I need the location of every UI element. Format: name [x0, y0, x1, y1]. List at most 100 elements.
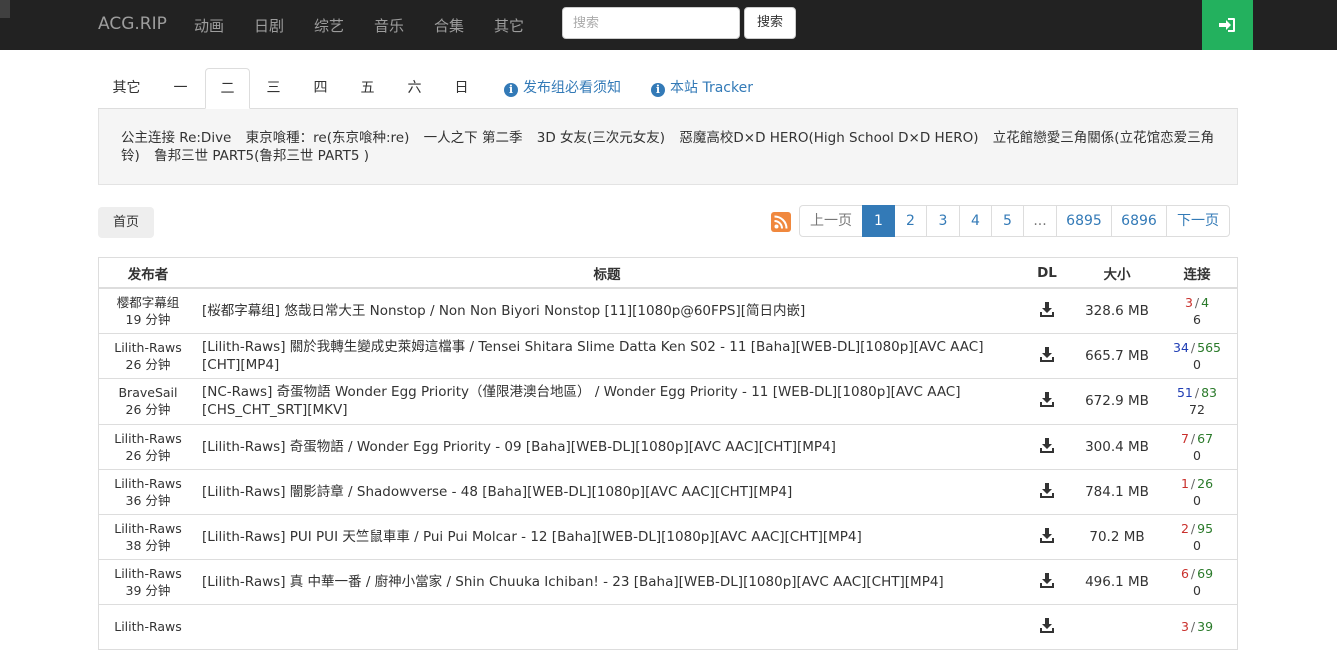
- title-cell: [Lilith-Raws] 關於我轉生變成史萊姆這檔事 / Tensei Shi…: [197, 332, 1017, 378]
- page-3[interactable]: 3: [926, 205, 960, 237]
- download-cell: [1017, 287, 1077, 333]
- download-icon[interactable]: [1039, 301, 1055, 321]
- schedule-item[interactable]: 鲁邦三世 PART5(鲁邦三世 PART5 ): [154, 148, 369, 164]
- tab-monday[interactable]: 一: [158, 68, 203, 109]
- schedule-item[interactable]: 東京喰種：re(东京喰种:re): [246, 130, 410, 146]
- page-4[interactable]: 4: [959, 205, 992, 237]
- torrent-title-link[interactable]: [Lilith-Raws] 真 中華一番 / 廚神小當家 / Shin Chuu…: [202, 574, 944, 590]
- tab-friday[interactable]: 五: [345, 68, 390, 109]
- download-icon[interactable]: [1039, 437, 1055, 457]
- download-cell: [1017, 468, 1077, 514]
- table-row: Lilith-Raws 38 分钟 [Lilith-Raws] PUI PUI 天竺…: [99, 513, 1237, 559]
- nav-link-variety[interactable]: 综艺: [314, 15, 344, 36]
- title-cell: [桜都字幕组] 悠哉日常大王 Nonstop / Non Non Biyori …: [197, 287, 1017, 333]
- page-ellipsis: ...: [1023, 205, 1057, 237]
- post-time: 19 分钟: [125, 311, 171, 327]
- login-button[interactable]: [1202, 0, 1253, 50]
- schedule-item[interactable]: 一人之下 第二季: [424, 130, 523, 146]
- leechers-count: 26: [1197, 475, 1214, 491]
- publisher-cell: Lilith-Raws 38 分钟: [99, 513, 197, 559]
- separator: /: [1190, 475, 1196, 491]
- page-6895[interactable]: 6895: [1056, 205, 1112, 237]
- publisher-cell: Lilith-Raws 39 分钟: [99, 558, 197, 604]
- publisher-name[interactable]: Lilith-Raws: [99, 430, 197, 447]
- schedule-item[interactable]: 惡魔高校D×D HERO(High School D×D HERO): [679, 130, 978, 146]
- torrent-title-link[interactable]: [Lilith-Raws] 闇影詩章 / Shadowverse - 48 [B…: [202, 484, 792, 500]
- title-cell: [Lilith-Raws] 奇蛋物語 / Wonder Egg Priority…: [197, 423, 1017, 469]
- page-5[interactable]: 5: [991, 205, 1024, 237]
- publisher-cell: Lilith-Raws: [99, 603, 197, 649]
- publisher-name[interactable]: BraveSail: [99, 384, 197, 401]
- link-tracker[interactable]: i 本站 Tracker: [651, 68, 753, 109]
- tab-other[interactable]: 其它: [98, 68, 155, 109]
- page-6896[interactable]: 6896: [1111, 205, 1167, 237]
- sign-in-icon: [1219, 18, 1235, 32]
- table-row: 樱都字幕组 19 分钟 [桜都字幕组] 悠哉日常大王 Nonstop / Non N…: [99, 287, 1237, 333]
- download-icon[interactable]: [1039, 391, 1055, 411]
- page-1[interactable]: 1: [862, 205, 895, 237]
- completed-count: 0: [1193, 537, 1201, 553]
- link-publisher-rules[interactable]: i 发布组必看须知: [504, 68, 621, 109]
- size-cell: 300.4 MB: [1077, 423, 1157, 469]
- completed-count: 0: [1193, 447, 1201, 463]
- completed-count: 72: [1189, 402, 1205, 417]
- header-title: 标题: [197, 258, 1017, 289]
- torrent-title-link[interactable]: [NC-Raws] 奇蛋物語 Wonder Egg Priority（僅限港澳台…: [202, 384, 961, 418]
- download-icon[interactable]: [1039, 527, 1055, 547]
- schedule-item[interactable]: 公主连接 Re:Dive: [121, 130, 231, 146]
- post-time: 26 分钟: [125, 447, 171, 463]
- search-input[interactable]: [562, 7, 740, 39]
- top-navbar: ACG.RIP 动画 日剧 综艺 音乐 合集 其它 搜索: [0, 0, 1337, 50]
- separator: /: [1190, 619, 1196, 635]
- header-dl: DL: [1017, 258, 1077, 289]
- leechers-count: 69: [1197, 565, 1214, 581]
- next-page-button[interactable]: 下一页: [1166, 205, 1230, 237]
- nav-link-drama[interactable]: 日剧: [254, 15, 284, 36]
- leechers-count: 565: [1197, 339, 1221, 355]
- connection-cell: 3/39: [1157, 603, 1237, 649]
- publisher-name[interactable]: Lilith-Raws: [99, 339, 197, 356]
- download-icon[interactable]: [1039, 572, 1055, 592]
- info-icon: i: [504, 83, 518, 97]
- title-cell: [197, 603, 1017, 649]
- publisher-name[interactable]: Lilith-Raws: [99, 475, 197, 492]
- size-cell: 70.2 MB: [1077, 513, 1157, 559]
- site-brand[interactable]: ACG.RIP: [98, 14, 167, 34]
- nav-link-anime[interactable]: 动画: [194, 15, 224, 36]
- download-icon[interactable]: [1039, 346, 1055, 366]
- header-conn: 连接: [1157, 258, 1237, 289]
- publisher-name[interactable]: Lilith-Raws: [99, 565, 197, 582]
- torrent-title-link[interactable]: [Lilith-Raws] 奇蛋物語 / Wonder Egg Priority…: [202, 439, 836, 455]
- table-row: BraveSail 26 分钟 [NC-Raws] 奇蛋物語 Wonder Egg …: [99, 377, 1237, 424]
- torrent-title-link[interactable]: [Lilith-Raws] 關於我轉生變成史萊姆這檔事 / Tensei Shi…: [202, 339, 983, 373]
- seeders-count: 1: [1180, 475, 1189, 491]
- publisher-name[interactable]: 樱都字幕组: [99, 294, 197, 311]
- search-button[interactable]: 搜索: [744, 7, 796, 39]
- page-2[interactable]: 2: [894, 205, 927, 237]
- post-time: 26 分钟: [125, 402, 171, 417]
- nav-link-other[interactable]: 其它: [494, 15, 524, 36]
- torrent-table: 发布者 标题 DL 大小 连接 樱都字幕组 19 分钟 [桜都字幕组] 悠哉日常大王…: [98, 257, 1238, 650]
- nav-link-collection[interactable]: 合集: [434, 15, 464, 36]
- leechers-count: 95: [1197, 520, 1214, 536]
- seeders-count: 34: [1173, 339, 1189, 355]
- schedule-item[interactable]: 3D 女友(三次元女友): [537, 130, 665, 146]
- seeders-count: 7: [1180, 430, 1189, 446]
- download-icon[interactable]: [1039, 617, 1055, 637]
- tab-thursday[interactable]: 四: [298, 68, 343, 109]
- tab-sunday[interactable]: 日: [439, 68, 484, 109]
- nav-link-music[interactable]: 音乐: [374, 15, 404, 36]
- publisher-name[interactable]: Lilith-Raws: [99, 520, 197, 537]
- tab-saturday[interactable]: 六: [392, 68, 437, 109]
- torrent-title-link[interactable]: [桜都字幕组] 悠哉日常大王 Nonstop / Non Non Biyori …: [202, 303, 805, 319]
- tab-tuesday[interactable]: 二: [205, 68, 250, 109]
- download-icon[interactable]: [1039, 482, 1055, 502]
- download-cell: [1017, 332, 1077, 378]
- rss-icon[interactable]: [771, 212, 791, 232]
- torrent-title-link[interactable]: [Lilith-Raws] PUI PUI 天竺鼠車車 / Pui Pui Mo…: [202, 529, 862, 545]
- home-button[interactable]: 首页: [98, 207, 154, 238]
- prev-page-button[interactable]: 上一页: [799, 205, 863, 237]
- publisher-cell: BraveSail 26 分钟: [99, 377, 197, 424]
- tab-wednesday[interactable]: 三: [251, 68, 296, 109]
- post-time: 26 分钟: [125, 356, 171, 372]
